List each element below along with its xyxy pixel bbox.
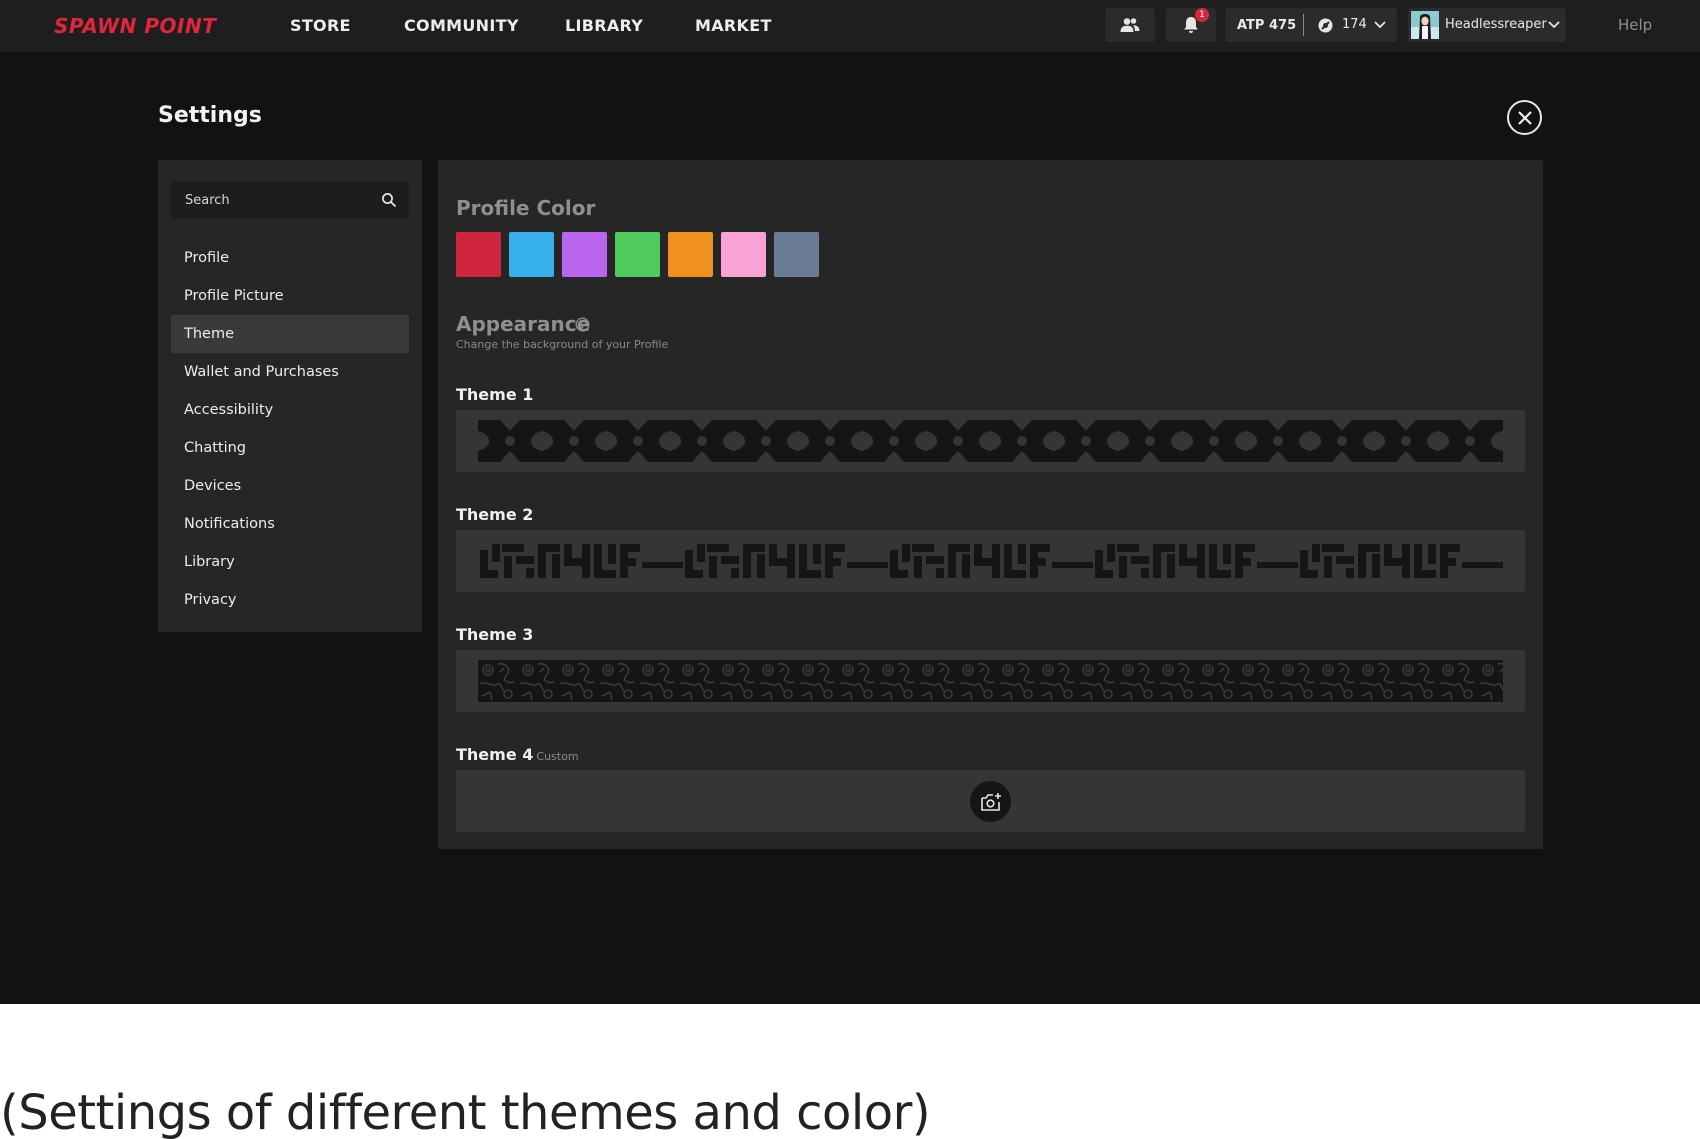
theme-2-label: Theme 2 bbox=[456, 505, 534, 524]
close-button[interactable] bbox=[1507, 100, 1542, 135]
close-icon bbox=[1517, 110, 1532, 125]
theme-1-option[interactable] bbox=[456, 410, 1525, 472]
atp-balance: ATP 475 bbox=[1237, 17, 1297, 33]
chevron-down-icon bbox=[1548, 21, 1560, 29]
color-swatch-green[interactable] bbox=[615, 232, 660, 277]
search-icon[interactable] bbox=[381, 192, 397, 208]
coin-balance: 174 bbox=[1342, 17, 1367, 32]
add-photo-icon bbox=[980, 792, 1001, 811]
color-swatch-orange[interactable] bbox=[668, 232, 713, 277]
theme-1-pattern bbox=[478, 420, 1503, 462]
upload-image-button[interactable] bbox=[970, 781, 1011, 822]
appearance-title: Appearance bbox=[456, 312, 591, 336]
sidebar-item-notifications[interactable]: Notifications bbox=[171, 505, 409, 543]
help-link[interactable]: Help bbox=[1618, 16, 1652, 34]
color-swatch-slate[interactable] bbox=[774, 232, 819, 277]
theme-4-option[interactable] bbox=[456, 770, 1525, 832]
search-box bbox=[171, 181, 409, 219]
theme-2-pattern bbox=[478, 540, 1503, 582]
nav-market[interactable]: MARKET bbox=[695, 16, 772, 35]
profile-color-title: Profile Color bbox=[456, 196, 596, 220]
sidebar-item-theme[interactable]: Theme bbox=[171, 315, 409, 353]
nav-community[interactable]: COMMUNITY bbox=[404, 16, 519, 35]
sidebar-item-chatting[interactable]: Chatting bbox=[171, 429, 409, 467]
search-input[interactable] bbox=[171, 181, 371, 219]
color-swatch-red[interactable] bbox=[456, 232, 501, 277]
theme-1-label: Theme 1 bbox=[456, 385, 534, 404]
sidebar-item-wallet-and-purchases[interactable]: Wallet and Purchases bbox=[171, 353, 409, 391]
color-swatch-purple[interactable] bbox=[562, 232, 607, 277]
appearance-subtitle: Change the background of your Profile bbox=[456, 338, 669, 351]
sidebar-item-accessibility[interactable]: Accessibility bbox=[171, 391, 409, 429]
notifications-button[interactable]: 1 bbox=[1166, 8, 1216, 42]
username: Headlessreaper bbox=[1445, 17, 1547, 32]
theme-3-label: Theme 3 bbox=[456, 625, 534, 644]
sidebar-item-profile-picture[interactable]: Profile Picture bbox=[171, 277, 409, 315]
notification-badge: 1 bbox=[1195, 8, 1209, 22]
coin-icon bbox=[1318, 18, 1333, 33]
theme-3-option[interactable] bbox=[456, 650, 1525, 712]
sidebar-item-library[interactable]: Library bbox=[171, 543, 409, 581]
info-icon[interactable] bbox=[575, 317, 590, 332]
color-swatch-blue[interactable] bbox=[509, 232, 554, 277]
top-navigation-bar: SPAWN POINT STORE COMMUNITY LIBRARY MARK… bbox=[0, 0, 1700, 52]
custom-tag: Custom bbox=[536, 750, 579, 763]
sidebar-item-profile[interactable]: Profile bbox=[171, 239, 409, 277]
friends-button[interactable] bbox=[1105, 8, 1155, 42]
page-title: Settings bbox=[158, 103, 262, 128]
wallet-button[interactable]: ATP 475 174 bbox=[1225, 8, 1397, 42]
sidebar-item-privacy[interactable]: Privacy bbox=[171, 581, 409, 619]
settings-sidebar: Profile Profile Picture Theme Wallet and… bbox=[158, 160, 422, 632]
sidebar-item-devices[interactable]: Devices bbox=[171, 467, 409, 505]
screenshot-caption: (Settings of different themes and color) bbox=[0, 1085, 931, 1139]
nav-library[interactable]: LIBRARY bbox=[565, 16, 643, 35]
friends-icon bbox=[1120, 18, 1140, 32]
color-swatch-pink[interactable] bbox=[721, 232, 766, 277]
avatar bbox=[1411, 11, 1439, 39]
wallet-divider bbox=[1303, 14, 1304, 36]
nav-store[interactable]: STORE bbox=[290, 16, 351, 35]
theme-4-label: Theme 4 Custom bbox=[456, 745, 579, 764]
theme-settings-panel: Profile Color Appearance Change the back… bbox=[438, 160, 1543, 849]
theme-2-option[interactable] bbox=[456, 530, 1525, 592]
spawn-point-logo[interactable]: SPAWN POINT bbox=[54, 14, 216, 38]
theme-3-pattern bbox=[478, 660, 1503, 702]
user-menu-button[interactable]: Headlessreaper bbox=[1408, 8, 1566, 42]
app-window: SPAWN POINT STORE COMMUNITY LIBRARY MARK… bbox=[0, 0, 1700, 1004]
chevron-down-icon bbox=[1374, 21, 1386, 29]
